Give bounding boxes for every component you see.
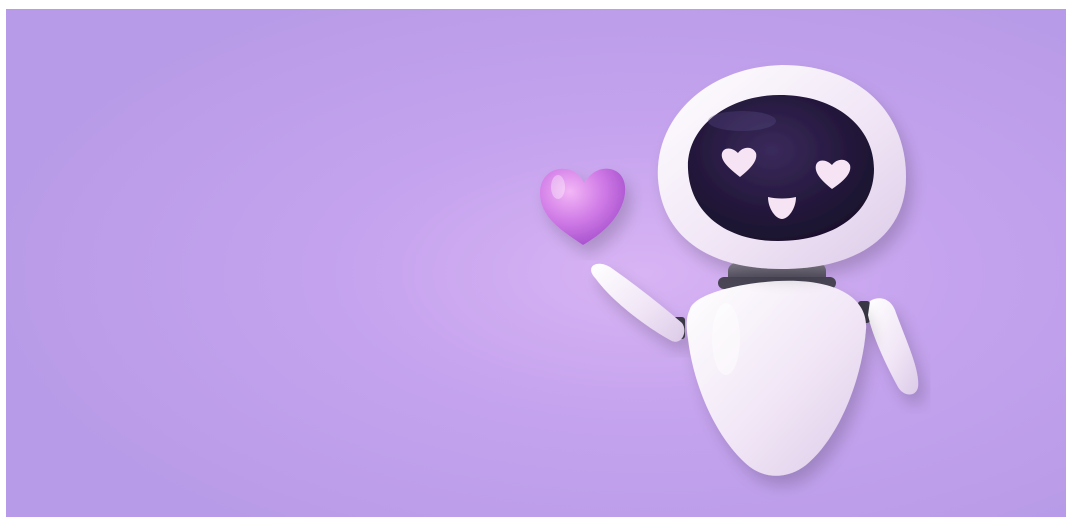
robot-scene (6, 9, 1066, 517)
background (6, 9, 1066, 517)
hero-illustration (6, 9, 1066, 517)
